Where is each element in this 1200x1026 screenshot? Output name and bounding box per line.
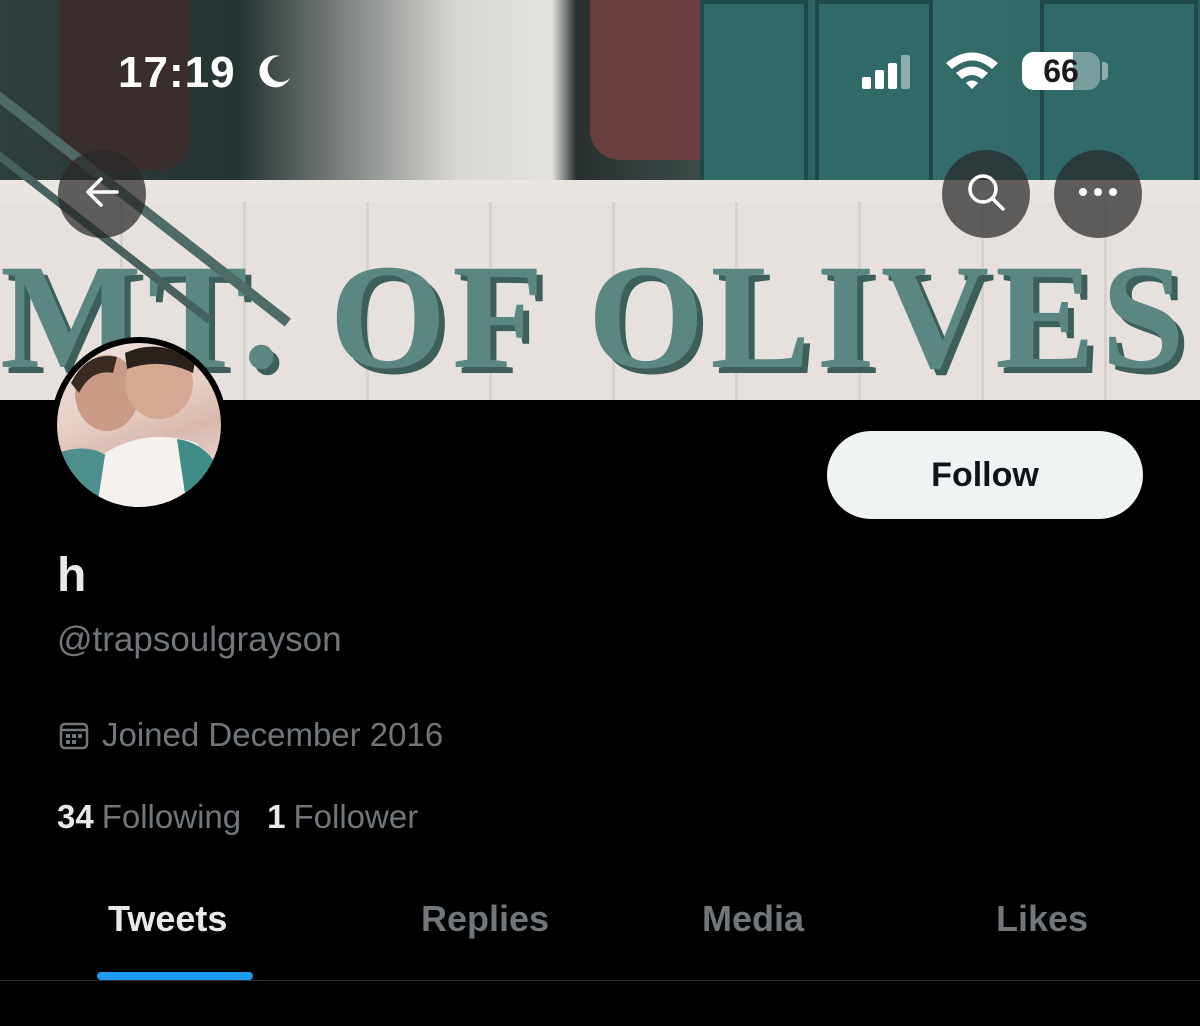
active-tab-indicator [97, 972, 253, 980]
arrow-left-icon [81, 171, 123, 218]
banner-door [700, 0, 808, 203]
following-link[interactable]: 34 Following [57, 798, 241, 836]
battery-icon: 66 [1022, 52, 1100, 90]
following-count: 34 [57, 798, 94, 835]
join-date: Joined December 2016 [58, 716, 443, 754]
following-label: Following [101, 798, 242, 835]
battery-percent: 66 [1043, 53, 1079, 89]
banner-door [815, 0, 933, 203]
status-time: 17:19 [118, 48, 236, 97]
display-name: h [57, 549, 87, 602]
followers-link[interactable]: 1 Follower [267, 798, 418, 836]
signal-icon [862, 55, 912, 94]
tab-media[interactable]: Media [702, 898, 804, 940]
tab-tweets[interactable]: Tweets [108, 898, 227, 940]
moon-icon [254, 52, 294, 97]
tab-likes[interactable]: Likes [996, 898, 1088, 940]
user-handle: @trapsoulgrayson [57, 620, 342, 659]
profile-tabs: Tweets Replies Media Likes [0, 880, 1200, 981]
back-button[interactable] [58, 150, 146, 238]
follow-stats: 34 Following 1 Follower [57, 798, 418, 836]
wifi-icon [944, 50, 1000, 95]
search-icon [964, 170, 1008, 219]
calendar-icon [58, 719, 90, 751]
join-date-text: Joined December 2016 [102, 716, 444, 753]
avatar[interactable] [51, 337, 227, 513]
followers-count: 1 [267, 798, 286, 835]
follow-button[interactable]: Follow [827, 431, 1143, 519]
search-button[interactable] [942, 150, 1030, 238]
battery-cap [1102, 62, 1108, 80]
avatar-photo [57, 343, 221, 507]
followers-label: Follower [293, 798, 419, 835]
more-button[interactable] [1054, 150, 1142, 238]
tab-replies[interactable]: Replies [421, 898, 549, 940]
more-horizontal-icon [1076, 185, 1120, 203]
